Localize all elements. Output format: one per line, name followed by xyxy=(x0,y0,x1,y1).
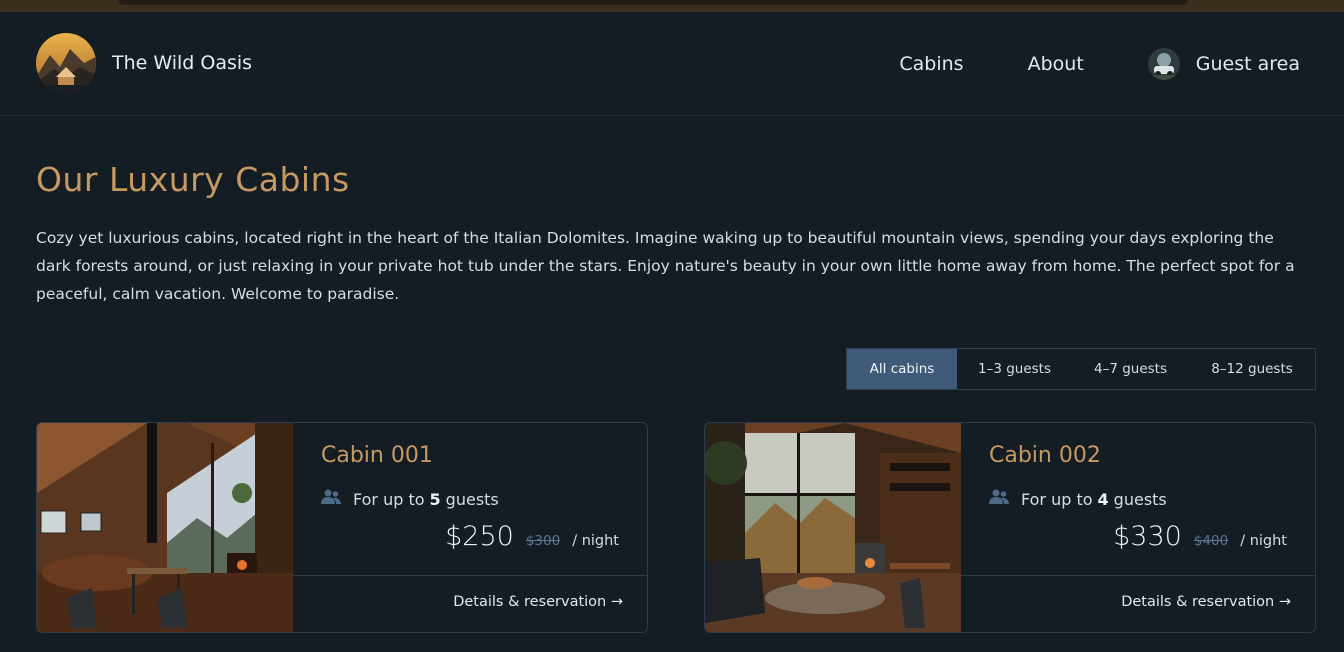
filter-8-12-guests[interactable]: 8–12 guests xyxy=(1189,349,1315,389)
capacity-prefix: For up to xyxy=(353,489,425,509)
price-discounted: $250 xyxy=(445,521,514,552)
price-unit: / night xyxy=(572,533,619,549)
nav-about[interactable]: About xyxy=(1028,53,1084,75)
cabin-image xyxy=(705,423,961,632)
cabin-name: Cabin 002 xyxy=(989,443,1101,468)
details-reservation-link[interactable]: Details & reservation → xyxy=(453,594,623,610)
capacity-count: 4 xyxy=(1097,489,1109,509)
cabin-card-body: Cabin 001 For up to 5 guests $250 $300 /… xyxy=(293,423,647,632)
details-reservation-link[interactable]: Details & reservation → xyxy=(1121,594,1291,610)
cabin-price: $330 $400 / night xyxy=(1113,521,1287,552)
guest-area-label: Guest area xyxy=(1195,53,1300,75)
cabin-card: Cabin 001 For up to 5 guests $250 $300 /… xyxy=(36,422,648,633)
page-intro: Cozy yet luxurious cabins, located right… xyxy=(36,229,1295,303)
price-discounted: $330 xyxy=(1113,521,1182,552)
users-icon xyxy=(321,489,341,509)
logo-image xyxy=(36,33,96,93)
capacity-suffix: guests xyxy=(445,489,499,509)
cabin-card-footer: Details & reservation → xyxy=(293,575,647,632)
filter-4-7-guests[interactable]: 4–7 guests xyxy=(1072,349,1189,389)
guest-filter: All cabins 1–3 guests 4–7 guests 8–12 gu… xyxy=(846,348,1316,390)
cabin-card-footer: Details & reservation → xyxy=(961,575,1315,632)
capacity-count: 5 xyxy=(429,489,441,509)
capacity-prefix: For up to xyxy=(1021,489,1093,509)
cabin-card-body: Cabin 002 For up to 4 guests $330 $400 /… xyxy=(961,423,1315,632)
main-nav: Cabins About Guest area xyxy=(835,48,1300,80)
nav-cabins[interactable]: Cabins xyxy=(899,53,963,75)
filter-1-3-guests[interactable]: 1–3 guests xyxy=(957,349,1072,389)
browser-top-strip xyxy=(0,0,1344,12)
capacity-suffix: guests xyxy=(1113,489,1167,509)
avatar xyxy=(1147,48,1180,80)
cabin-capacity: For up to 5 guests xyxy=(321,489,499,509)
users-icon xyxy=(989,489,1009,509)
cabin-name: Cabin 001 xyxy=(321,443,433,468)
nav-guest-area[interactable]: Guest area xyxy=(1147,48,1300,80)
cabin-image xyxy=(37,423,293,632)
brand-name: The Wild Oasis xyxy=(112,52,253,74)
logo-link[interactable]: The Wild Oasis xyxy=(36,33,252,93)
page-title: Our Luxury Cabins xyxy=(36,160,350,199)
price-unit: / night xyxy=(1240,533,1287,549)
price-regular: $300 xyxy=(525,533,561,549)
cabin-card: Cabin 002 For up to 4 guests $330 $400 /… xyxy=(704,422,1316,633)
cabin-price: $250 $300 / night xyxy=(445,521,619,552)
price-regular: $400 xyxy=(1193,533,1229,549)
browser-top-strip-inner xyxy=(118,0,1188,5)
filter-all-cabins[interactable]: All cabins xyxy=(847,349,957,389)
site-header: The Wild Oasis Cabins About Guest area xyxy=(0,12,1344,116)
cabin-capacity: For up to 4 guests xyxy=(989,489,1167,509)
